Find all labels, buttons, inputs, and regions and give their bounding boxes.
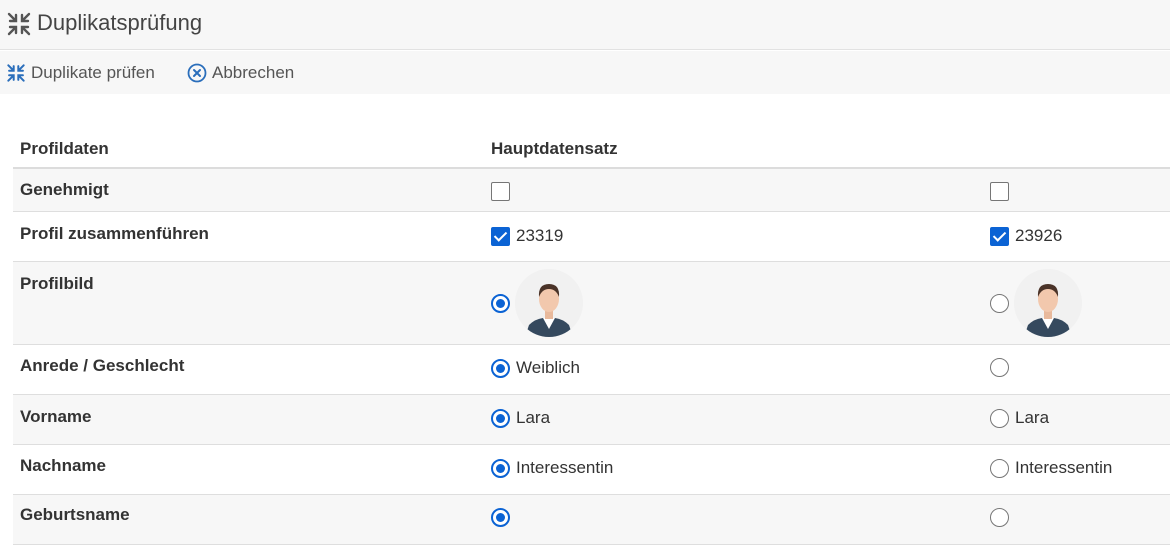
- lastname-a-radio[interactable]: Interessentin: [491, 458, 613, 478]
- picture-a-radio[interactable]: [491, 269, 583, 337]
- table-row-approved: Genehmigt: [13, 169, 1170, 212]
- merge-b-id: 23926: [1015, 226, 1063, 245]
- approved-a-checkbox[interactable]: [491, 182, 510, 201]
- row-label: Vorname: [20, 407, 92, 426]
- row-label: Anrede / Geschlecht: [20, 356, 185, 375]
- row-label: Profilbild: [20, 274, 94, 293]
- row-label: Geburtsname: [20, 505, 130, 524]
- approved-b-checkbox[interactable]: [990, 182, 1009, 201]
- merge-a-id: 23319: [516, 226, 564, 245]
- merge-icon: [7, 64, 25, 82]
- check-duplicates-button[interactable]: Duplikate prüfen: [6, 62, 155, 84]
- lastname-a-value: Interessentin: [516, 458, 614, 477]
- avatar-icon: [1014, 269, 1082, 337]
- row-label: Nachname: [20, 456, 106, 475]
- table-row-birthname: Geburtsname: [13, 495, 1170, 545]
- salutation-b-radio[interactable]: [990, 358, 1009, 377]
- salutation-a-radio[interactable]: Weiblich: [491, 358, 580, 378]
- column-header-profile: Profildaten: [20, 139, 109, 158]
- row-label: Profil zusammenführen: [20, 224, 209, 243]
- firstname-b-radio[interactable]: Lara: [990, 408, 1049, 428]
- table-row-picture: Profilbild: [13, 262, 1170, 345]
- salutation-a-value: Weiblich: [516, 358, 580, 377]
- merge-icon: [7, 12, 31, 36]
- cancel-button[interactable]: Abbrechen: [187, 62, 294, 84]
- firstname-a-value: Lara: [516, 408, 551, 427]
- page-header: Duplikatsprüfung: [0, 0, 1170, 50]
- birthname-b-radio[interactable]: [990, 508, 1009, 527]
- firstname-b-value: Lara: [1015, 408, 1050, 427]
- check-duplicates-label: Duplikate prüfen: [31, 63, 155, 82]
- table-row-merge: Profil zusammenführen 23319 23926: [13, 212, 1170, 262]
- table-row-salutation: Anrede / Geschlecht Weiblich: [13, 345, 1170, 395]
- merge-b-checkbox[interactable]: 23926: [990, 226, 1062, 246]
- table-row-lastname: Nachname Interessentin Interessentin: [13, 445, 1170, 495]
- birthname-a-radio[interactable]: [491, 508, 510, 527]
- lastname-b-value: Interessentin: [1015, 458, 1113, 477]
- picture-b-radio[interactable]: [990, 269, 1082, 337]
- firstname-a-radio[interactable]: Lara: [491, 408, 550, 428]
- avatar-icon: [515, 269, 583, 337]
- avatar: [1014, 269, 1082, 337]
- table-header-row: Profildaten Hauptdatensatz: [13, 127, 1170, 169]
- lastname-b-radio[interactable]: Interessentin: [990, 458, 1112, 478]
- row-label: Genehmigt: [20, 180, 109, 199]
- page-title: Duplikatsprüfung: [37, 10, 203, 35]
- cancel-circle-icon: [187, 63, 207, 83]
- merge-a-checkbox[interactable]: 23319: [491, 226, 563, 246]
- avatar: [515, 269, 583, 337]
- table-row-firstname: Vorname Lara Lara: [13, 395, 1170, 445]
- cancel-label: Abbrechen: [212, 63, 295, 82]
- toolbar: Duplikate prüfen Abbrechen: [0, 51, 1170, 94]
- column-header-main: Hauptdatensatz: [491, 139, 618, 158]
